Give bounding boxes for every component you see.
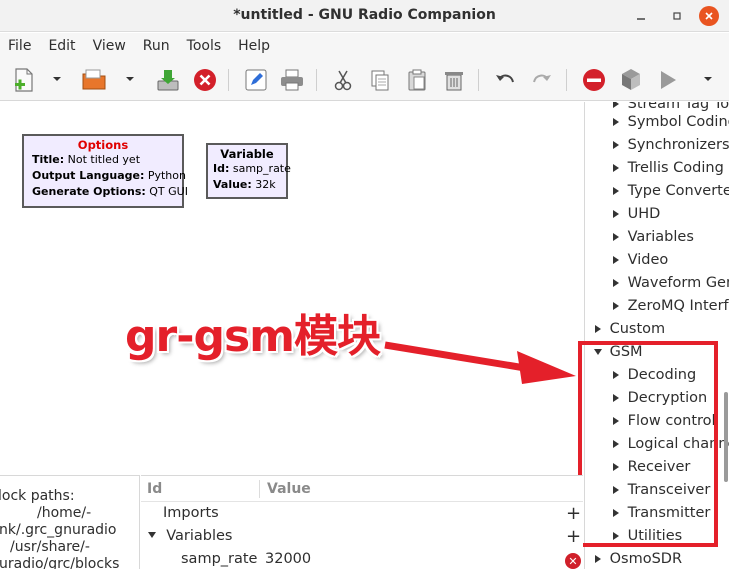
options-row-generate: Generate Options: QT GUI xyxy=(32,185,188,198)
chevron-down-icon[interactable] xyxy=(702,73,714,85)
paste-icon[interactable] xyxy=(403,66,431,94)
add-variable-icon[interactable]: + xyxy=(566,526,581,547)
menu-bar: File Edit View Run Tools Help xyxy=(0,33,729,59)
toolbar-separator xyxy=(478,69,479,91)
variable-id-cell[interactable]: samp_rate xyxy=(181,551,257,567)
chevron-down-icon[interactable] xyxy=(124,73,136,85)
variable-row-id: Id: samp_rate xyxy=(213,162,291,175)
variables-row[interactable]: Variables xyxy=(147,528,232,544)
console-line: lock paths: xyxy=(0,488,75,504)
options-block[interactable]: Options Title: Not titled yet Output Lan… xyxy=(22,134,188,208)
remove-variable-icon[interactable]: ✕ xyxy=(565,553,581,569)
tree-item-osmosdr[interactable]: OsmoSDR xyxy=(591,547,682,569)
variables-header: Id Value xyxy=(141,476,583,502)
tree-item[interactable]: Video xyxy=(609,248,668,271)
menu-run[interactable]: Run xyxy=(143,38,170,54)
edit-icon[interactable] xyxy=(242,66,270,94)
options-row-title: Title: Not titled yet xyxy=(32,153,141,166)
delete-icon[interactable] xyxy=(440,66,468,94)
stop-icon[interactable] xyxy=(580,66,608,94)
copy-icon[interactable] xyxy=(366,66,394,94)
window-title: *untitled - GNU Radio Companion xyxy=(233,7,496,23)
toolbar-separator xyxy=(228,69,229,91)
gsm-highlight-box xyxy=(578,341,718,547)
console-line: /usr/share/- xyxy=(10,539,90,555)
menu-tools[interactable]: Tools xyxy=(187,38,222,54)
chevron-right-icon xyxy=(609,102,623,109)
toolbar-separator xyxy=(316,69,317,91)
options-row-language: Output Language: Python xyxy=(32,169,186,182)
tree-item[interactable]: Synchronizers xyxy=(609,133,729,156)
tree-item[interactable]: ZeroMQ Interfa xyxy=(609,294,729,317)
print-icon[interactable] xyxy=(278,66,306,94)
new-file-icon[interactable] xyxy=(10,66,38,94)
minimize-icon[interactable] xyxy=(631,6,651,26)
menu-view[interactable]: View xyxy=(93,38,126,54)
maximize-icon[interactable] xyxy=(667,6,687,26)
redo-icon[interactable] xyxy=(528,66,556,94)
console-line: uradio/grc/blocks xyxy=(0,556,120,569)
cut-icon[interactable] xyxy=(329,66,357,94)
chevron-right-icon xyxy=(609,209,623,219)
annotation-label: gr-gsm模块 xyxy=(125,311,381,362)
column-value[interactable]: Value xyxy=(267,481,311,497)
imports-row[interactable]: Imports xyxy=(163,505,219,521)
chevron-right-icon xyxy=(609,232,623,242)
tree-scrollbar[interactable] xyxy=(724,392,728,482)
tree-item-custom[interactable]: Custom xyxy=(591,317,665,340)
run-icon[interactable] xyxy=(653,66,681,94)
chevron-down-icon xyxy=(147,528,157,544)
menu-edit[interactable]: Edit xyxy=(48,38,75,54)
menu-file[interactable]: File xyxy=(8,38,31,54)
toolbar-separator xyxy=(566,69,567,91)
tree-item[interactable]: Variables xyxy=(609,225,694,248)
chevron-right-icon xyxy=(609,255,623,265)
column-id[interactable]: Id xyxy=(147,481,162,497)
variables-panel: Id Value Imports + Variables + samp_rate… xyxy=(141,475,583,569)
chevron-right-icon xyxy=(609,278,623,288)
generate-icon[interactable] xyxy=(617,66,645,94)
toolbar xyxy=(0,59,729,101)
variable-block-title: Variable xyxy=(220,147,274,161)
options-block-title: Options xyxy=(77,138,129,152)
add-import-icon[interactable]: + xyxy=(566,503,581,524)
chevron-right-icon xyxy=(609,186,623,196)
title-bar: *untitled - GNU Radio Companion xyxy=(0,0,729,32)
console-panel: lock paths: /home/- nk/.grc_gnuradio /us… xyxy=(0,475,140,569)
open-folder-icon[interactable] xyxy=(80,66,108,94)
close-icon[interactable] xyxy=(191,66,219,94)
undo-icon[interactable] xyxy=(491,66,519,94)
column-separator xyxy=(259,480,260,498)
console-line: nk/.grc_gnuradio xyxy=(0,522,117,538)
chevron-right-icon xyxy=(609,117,623,127)
tree-item[interactable]: Trellis Coding xyxy=(609,156,724,179)
flowgraph-canvas[interactable]: Options Title: Not titled yet Output Lan… xyxy=(0,102,583,474)
save-icon[interactable] xyxy=(154,66,182,94)
chevron-right-icon xyxy=(591,324,605,334)
tree-item[interactable]: Symbol Coding xyxy=(609,110,729,133)
tree-item[interactable]: Waveform Gene xyxy=(609,271,729,294)
chevron-right-icon xyxy=(609,140,623,150)
tree-item[interactable]: UHD xyxy=(609,202,660,225)
chevron-right-icon xyxy=(591,554,605,564)
window-close-icon[interactable] xyxy=(699,6,719,26)
chevron-down-icon[interactable] xyxy=(51,73,63,85)
console-line: /home/- xyxy=(37,505,92,521)
chevron-right-icon xyxy=(609,163,623,173)
menu-help[interactable]: Help xyxy=(238,38,270,54)
tree-item[interactable]: Type Converters xyxy=(609,179,729,202)
variable-block[interactable]: Variable Id: samp_rate Value: 32k xyxy=(206,143,291,199)
variable-row-value: Value: 32k xyxy=(213,178,276,191)
chevron-right-icon xyxy=(609,301,623,311)
variable-value-cell[interactable]: 32000 xyxy=(265,551,311,567)
